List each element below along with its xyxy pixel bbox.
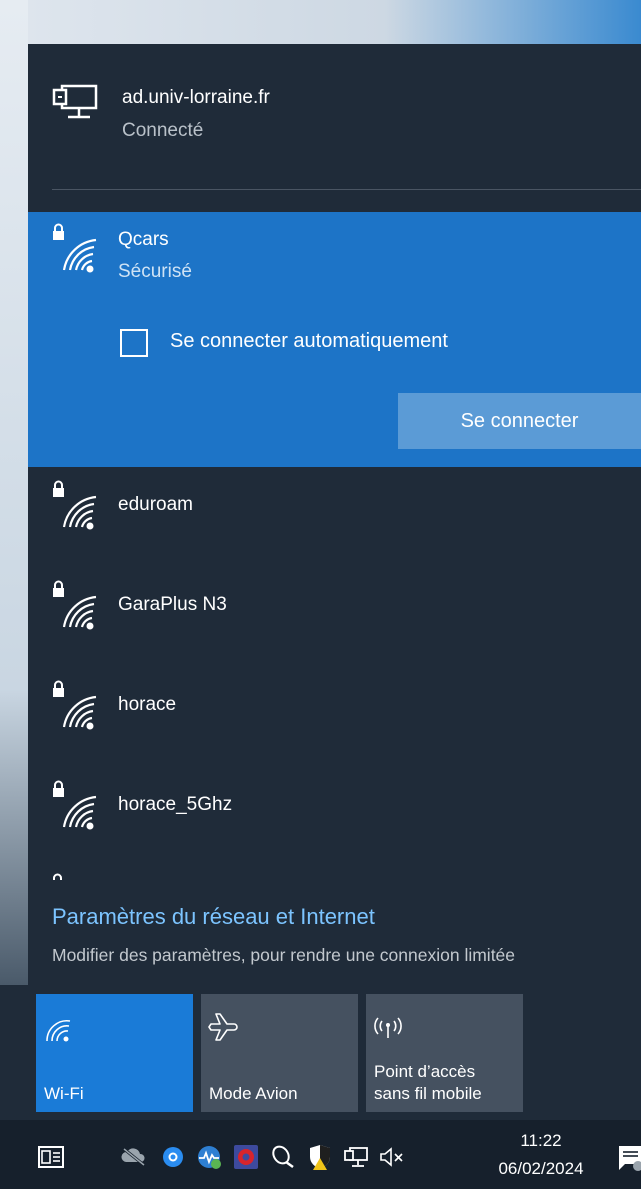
secured-wifi-icon: [53, 580, 97, 630]
edge-icon[interactable]: [161, 1145, 185, 1169]
secured-wifi-icon: [53, 873, 62, 880]
network-icon[interactable]: [343, 1146, 369, 1168]
connected-network-status: Connecté: [122, 120, 204, 141]
wifi-network-item[interactable]: horace_5Ghz: [28, 767, 641, 867]
tile-hotspot-label: Point d’accès sans fil mobile: [374, 1062, 482, 1103]
taskbar-time: 11:22: [520, 1131, 562, 1150]
hotspot-icon: [374, 1017, 402, 1038]
secured-wifi-icon: [53, 780, 97, 830]
wifi-network-name: horace: [118, 694, 177, 715]
onedrive-icon[interactable]: [120, 1146, 148, 1168]
notification-icon[interactable]: [616, 1144, 641, 1172]
tile-airplane-mode[interactable]: Mode Avion: [201, 994, 358, 1112]
antivirus-icon[interactable]: [233, 1144, 259, 1170]
selected-network[interactable]: Qcars Sécurisé Se connecter automatiquem…: [28, 212, 641, 467]
action-center-icon[interactable]: [37, 1145, 65, 1169]
quick-actions: Wi-Fi Mode Avion Point d’accès sans fil …: [0, 985, 641, 1120]
tile-wifi[interactable]: Wi-Fi: [36, 994, 193, 1112]
connected-network[interactable]: ad.univ-lorraine.fr Connecté: [28, 44, 641, 189]
tile-airplane-label: Mode Avion: [209, 1084, 298, 1103]
connected-network-name: ad.univ-lorraine.fr: [122, 87, 270, 108]
taskbar-clock[interactable]: 11:22 06/02/2024: [496, 1127, 586, 1183]
selected-network-status: Sécurisé: [118, 261, 192, 282]
taskbar: 11:22 06/02/2024: [0, 1120, 641, 1189]
volume-muted-icon[interactable]: [378, 1146, 406, 1168]
wifi-network-item[interactable]: GaraPlus N3: [28, 567, 641, 667]
secured-wifi-icon: [53, 680, 97, 730]
wifi-network-name: eduroam: [118, 494, 193, 515]
wifi-network-name: GaraPlus N3: [118, 594, 227, 615]
network-flyout: ad.univ-lorraine.fr Connecté Qcars Sécur…: [28, 44, 641, 985]
wifi-network-name: horace_5Ghz: [118, 794, 233, 815]
auto-connect-label: Se connecter automatiquement: [170, 330, 448, 352]
selected-network-name: Qcars: [118, 229, 169, 250]
secured-wifi-icon: [53, 480, 97, 530]
mouse-icon[interactable]: [270, 1144, 296, 1170]
tile-mobile-hotspot[interactable]: Point d’accès sans fil mobile: [366, 994, 523, 1112]
airplane-icon: [208, 1013, 238, 1041]
desktop-background-left: [0, 0, 28, 985]
network-settings-link[interactable]: Paramètres du réseau et Internet: [52, 904, 375, 930]
wifi-network-item[interactable]: eduroam: [28, 467, 641, 567]
tile-wifi-label: Wi-Fi: [44, 1084, 84, 1103]
wifi-icon: [46, 1019, 71, 1042]
divider: [52, 189, 641, 190]
desktop-background: [0, 0, 641, 44]
secured-wifi-icon: [53, 223, 97, 273]
taskbar-date: 06/02/2024: [498, 1159, 584, 1178]
network-settings-subtitle: Modifier des paramètres, pour rendre une…: [52, 945, 516, 965]
ethernet-icon: [52, 84, 98, 119]
security-icon[interactable]: [307, 1144, 333, 1170]
network-monitor-icon[interactable]: [196, 1144, 222, 1170]
connect-button[interactable]: Se connecter: [398, 393, 641, 449]
auto-connect-checkbox[interactable]: [120, 329, 148, 357]
wifi-network-item[interactable]: horace: [28, 667, 641, 767]
